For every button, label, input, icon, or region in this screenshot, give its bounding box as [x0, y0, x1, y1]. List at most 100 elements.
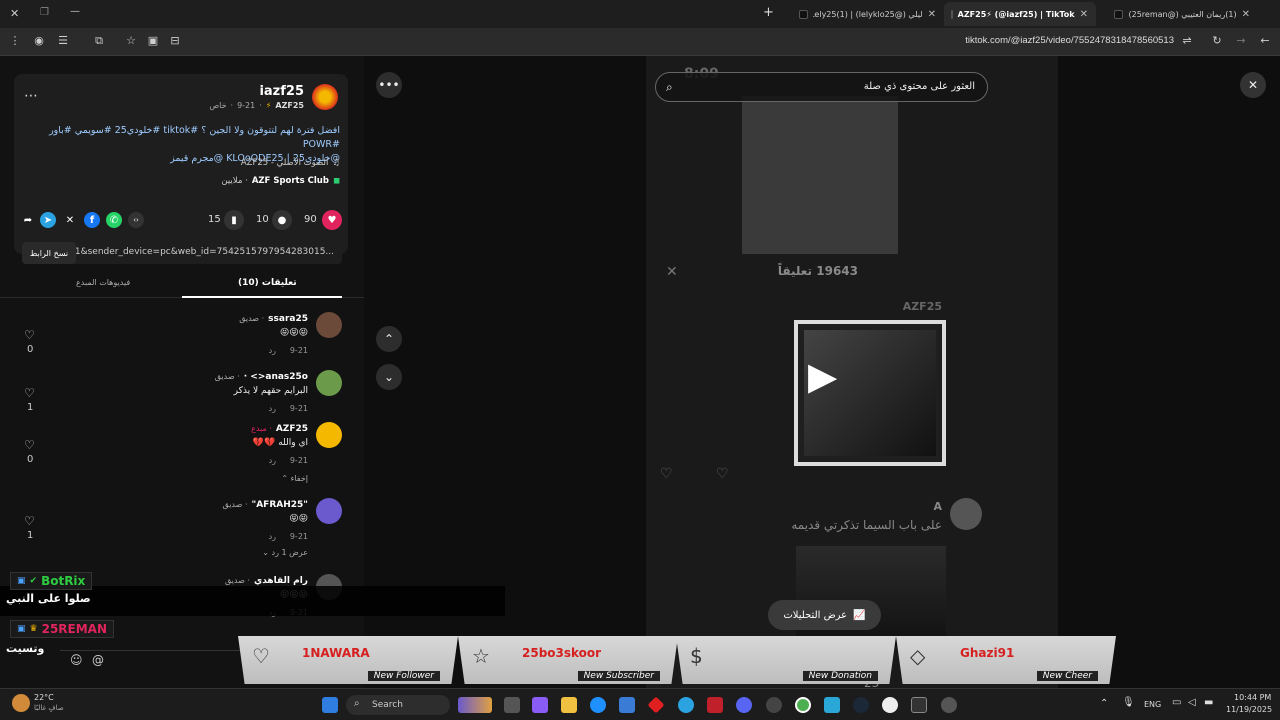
x-share-button[interactable]: ✕ — [62, 212, 78, 228]
page-settings-icon[interactable]: ⇌ — [1180, 34, 1194, 47]
forward-icon[interactable]: → — [1234, 34, 1248, 47]
settings-icon[interactable] — [941, 697, 957, 713]
club-row[interactable]: ◼ AZF Sports Club · ملايين — [221, 176, 340, 186]
reply-button[interactable]: رد — [269, 532, 276, 541]
battery-icon[interactable]: ▬ — [1204, 697, 1213, 708]
taskbar-search[interactable]: ⌕ Search — [346, 695, 450, 715]
chrome-icon[interactable] — [795, 697, 811, 713]
tab-creator-videos[interactable]: فيديوهات المبدع — [76, 278, 130, 287]
address-url[interactable]: tiktok.com/@iazf25/video/755247831847856… — [965, 35, 1174, 46]
split-screen-icon[interactable]: ⊟ — [168, 34, 182, 47]
commenter-avatar[interactable] — [316, 422, 342, 448]
extensions-icon[interactable]: ⧉ — [92, 34, 106, 48]
app-shield-icon[interactable] — [707, 697, 723, 713]
more-options-icon[interactable]: ⋯ — [24, 88, 38, 104]
tab-25reman[interactable]: ✕ (1)ريمان العتيبي (@25reman) — [1102, 4, 1250, 24]
hide-replies-button[interactable]: إخفاء ⌃ — [281, 474, 308, 483]
commenter-avatar[interactable] — [316, 370, 342, 396]
commenter-name[interactable]: ssara25 — [268, 314, 308, 324]
telegram-share-button[interactable]: ➤ — [40, 212, 56, 228]
store-icon[interactable] — [619, 697, 635, 713]
reply-button[interactable]: رد — [269, 456, 276, 465]
tray-chevron-up-icon[interactable]: ⌃ — [1100, 698, 1108, 709]
display-icon[interactable]: ▭ — [1172, 697, 1181, 708]
close-tab-icon[interactable]: ✕ — [1080, 9, 1088, 20]
creator-username[interactable]: iazf25 — [259, 84, 304, 99]
edge-icon[interactable] — [590, 697, 606, 713]
file-explorer-icon[interactable] — [561, 697, 577, 713]
commenter-avatar[interactable] — [316, 312, 342, 338]
app-diamond-icon[interactable] — [647, 696, 665, 714]
show-replies-button[interactable]: عرض 1 رد ⌄ — [262, 548, 308, 557]
collections-icon[interactable]: ▣ — [146, 34, 160, 47]
copilot-icon[interactable] — [532, 697, 548, 713]
commenter-avatar[interactable] — [316, 498, 342, 524]
tab-comments[interactable]: تعليقات (10) — [238, 278, 297, 288]
reply-button[interactable]: رد — [269, 404, 276, 413]
facebook-share-button[interactable]: f — [84, 212, 100, 228]
commenter-name[interactable]: AZF25 — [276, 424, 308, 434]
steam-icon[interactable] — [853, 697, 869, 713]
emoji-icon[interactable]: ☺ — [70, 653, 83, 667]
whatsapp-share-button[interactable]: ✆ — [106, 212, 122, 228]
comment-like-icon[interactable]: ♡ — [24, 514, 35, 528]
share-link-text[interactable]: p=1&sender_device=pc&web_id=754251579795… — [62, 247, 334, 257]
related-search-bar[interactable]: ⌕ العثور على محتوى ذي صلة — [655, 72, 988, 102]
menu-dots-icon[interactable]: ⋮ — [8, 34, 22, 47]
photos-icon[interactable] — [824, 697, 840, 713]
bookmark-star-icon[interactable]: ☆ — [124, 34, 138, 47]
obs-icon[interactable] — [766, 697, 782, 713]
next-video-button[interactable]: ⌄ — [376, 364, 402, 390]
related-search-input[interactable]: العثور على محتوى ذي صلة — [864, 81, 975, 92]
club-name[interactable]: AZF Sports Club — [252, 176, 329, 186]
profile-icon[interactable]: ◉ — [32, 34, 46, 47]
app-circle-icon[interactable] — [882, 697, 898, 713]
comment-button[interactable]: ● — [272, 210, 292, 230]
telegram-icon[interactable] — [678, 697, 694, 713]
close-tab-icon[interactable]: ✕ — [928, 9, 936, 20]
clock-time[interactable]: 10:44 PM — [1234, 693, 1271, 702]
new-tab-button[interactable]: + — [763, 5, 774, 20]
mention-icon[interactable]: @ — [92, 653, 104, 667]
back-icon[interactable]: ← — [1258, 34, 1272, 47]
close-video-button[interactable]: ✕ — [1240, 72, 1266, 98]
play-icon[interactable]: ▶ — [808, 354, 837, 398]
sound-name[interactable]: الصوت الأصلي - AZF25 — [241, 158, 329, 168]
video-more-button[interactable]: ••• — [376, 72, 402, 98]
window-minimize-button[interactable]: — — [70, 6, 80, 17]
discord-icon[interactable] — [736, 697, 752, 713]
microphone-icon[interactable]: 🎙 — [1122, 697, 1135, 708]
like-button[interactable]: ♥ — [322, 210, 342, 230]
save-button[interactable]: ▮ — [224, 210, 244, 230]
refresh-icon[interactable]: ↻ — [1210, 34, 1224, 47]
weather-icon[interactable] — [12, 694, 30, 712]
language-indicator[interactable]: ENG — [1144, 700, 1161, 709]
embed-button[interactable]: ‹› — [128, 212, 144, 228]
commenter-name[interactable]: "AFRAH25" — [252, 500, 308, 510]
start-button-icon[interactable] — [322, 697, 338, 713]
terminal-icon[interactable] — [911, 697, 927, 713]
close-tab-icon[interactable]: ✕ — [1242, 9, 1250, 20]
reply-button[interactable]: رد — [269, 346, 276, 355]
task-view-icon[interactable] — [504, 697, 520, 713]
comment-like-icon[interactable]: ♡ — [24, 386, 35, 400]
video-preview-card[interactable]: ▶ — [794, 320, 946, 466]
commenter-name[interactable]: anas25o<> · — [244, 372, 308, 382]
clock-date[interactable]: 11/19/2025 — [1226, 705, 1272, 714]
creator-avatar[interactable] — [312, 84, 338, 110]
widgets-icon[interactable] — [458, 697, 492, 713]
commenter-name[interactable]: رام القاهدي — [254, 576, 308, 586]
tab-azf25[interactable]: ✕ AZF25⚡ (@iazf25) | TikTok — [944, 2, 1096, 26]
sound-row[interactable]: ♫ الصوت الأصلي - AZF25 — [241, 158, 340, 168]
share-button[interactable]: ➦ — [20, 212, 36, 228]
comment-like-icon[interactable]: ♡ — [24, 438, 35, 452]
comment-like-icon[interactable]: ♡ — [24, 328, 35, 342]
analytics-button[interactable]: 📈 عرض التحليلات — [768, 600, 881, 630]
reading-list-icon[interactable]: ☰ — [56, 34, 70, 47]
volume-icon[interactable]: ◁ — [1188, 697, 1196, 708]
copy-link-button[interactable]: نسخ الرابط — [22, 242, 76, 264]
window-restore-button[interactable]: ❐ — [40, 7, 49, 18]
window-close-button[interactable]: ✕ — [10, 7, 19, 20]
tab-lely25[interactable]: ✕ ليلي (@lelyklo25) | Lely25(1) — [786, 4, 936, 24]
previous-video-button[interactable]: ⌃ — [376, 326, 402, 352]
